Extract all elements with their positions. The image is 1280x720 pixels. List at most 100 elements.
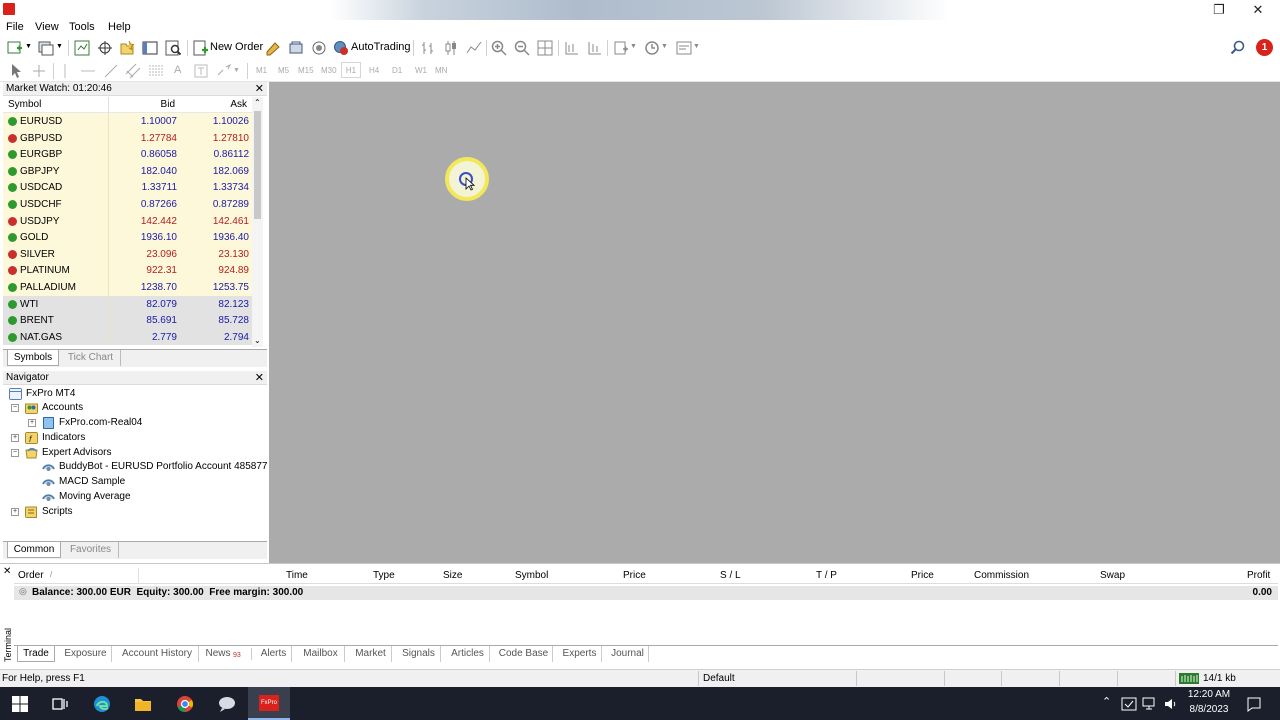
column-close-price[interactable]: Price xyxy=(911,570,934,581)
chart-workspace[interactable] xyxy=(269,82,1280,563)
fxpro-taskbar-button[interactable]: FxPro xyxy=(248,687,290,720)
tab-symbols[interactable]: Symbols xyxy=(7,350,59,366)
crosshair-icon[interactable] xyxy=(31,63,47,79)
column-price[interactable]: Price xyxy=(623,570,646,581)
tray-app-icon[interactable] xyxy=(1121,696,1137,712)
search-icon[interactable] xyxy=(1230,40,1246,56)
market-watch-row[interactable]: GBPUSD 1.27784 1.27810 xyxy=(3,129,255,147)
column-swap[interactable]: Swap xyxy=(1100,570,1125,581)
status-profile[interactable]: Default xyxy=(703,673,735,684)
text-tool-icon[interactable]: A xyxy=(174,64,181,76)
metaeditor-icon[interactable] xyxy=(265,40,281,56)
navigator-indicators[interactable]: f Indicators xyxy=(23,431,223,445)
market-icon[interactable] xyxy=(288,40,304,56)
column-commission[interactable]: Commission xyxy=(974,570,1029,581)
timeframe-m5[interactable]: M5 xyxy=(278,66,289,75)
line-chart-icon[interactable] xyxy=(466,40,482,56)
terminal-icon[interactable] xyxy=(142,40,158,56)
market-watch-row[interactable]: PALLADIUM 1238.70 1253.75 xyxy=(3,279,255,296)
text-label-icon[interactable] xyxy=(193,63,209,79)
auto-scroll-icon[interactable] xyxy=(587,40,603,56)
arrows-icon[interactable] xyxy=(216,63,232,79)
tab-experts[interactable]: Experts xyxy=(558,646,602,662)
profiles-dropdown-icon[interactable]: ▼ xyxy=(56,43,63,50)
scroll-down-icon[interactable]: ⌄ xyxy=(254,336,261,345)
market-watch-row[interactable]: EURGBP 0.86058 0.86112 xyxy=(3,146,255,163)
timeframe-mn[interactable]: MN xyxy=(435,66,447,75)
tab-common[interactable]: Common xyxy=(7,542,61,558)
new-order-button[interactable]: New Order xyxy=(210,41,263,53)
column-type[interactable]: Type xyxy=(373,570,395,581)
signals-icon[interactable] xyxy=(311,40,327,56)
market-watch-icon[interactable] xyxy=(74,40,90,56)
volume-icon[interactable] xyxy=(1163,696,1179,712)
windows-start-icon[interactable] xyxy=(11,695,29,713)
timeframe-m15[interactable]: M15 xyxy=(298,66,314,75)
market-watch-row[interactable]: WTI 82.079 82.123 xyxy=(3,295,255,313)
column-tp[interactable]: T / P xyxy=(816,570,837,581)
market-watch-row[interactable]: GBPJPY 182.040 182.069 xyxy=(3,162,255,180)
horizontal-line-icon[interactable] xyxy=(80,63,96,79)
messenger-app-icon[interactable] xyxy=(218,695,236,713)
market-watch-row[interactable]: PLATINUM 922.31 924.89 xyxy=(3,262,255,279)
timeframe-h1[interactable]: H1 xyxy=(341,62,361,78)
tab-favorites[interactable]: Favorites xyxy=(63,542,119,558)
new-chart-dropdown-icon[interactable]: ▼ xyxy=(25,43,32,50)
accounts-collapse-icon[interactable]: − xyxy=(11,404,19,412)
connection-status-icon[interactable] xyxy=(1179,673,1199,684)
tab-code-base[interactable]: Code Base xyxy=(495,646,553,662)
tab-tick-chart[interactable]: Tick Chart xyxy=(61,350,121,366)
templates-icon[interactable] xyxy=(676,40,692,56)
market-watch-scroll-thumb[interactable] xyxy=(254,111,261,219)
market-watch-row[interactable]: SILVER 23.096 23.130 xyxy=(3,245,255,263)
account-expand-icon[interactable]: + xyxy=(28,419,36,427)
zoom-out-icon[interactable] xyxy=(514,40,530,56)
market-watch-row[interactable]: USDCHF 0.87266 0.87289 xyxy=(3,196,255,213)
periodicity-icon[interactable] xyxy=(644,40,660,56)
fibonacci-icon[interactable] xyxy=(148,63,164,79)
column-profit[interactable]: Profit xyxy=(1247,570,1270,581)
navigator-icon[interactable] xyxy=(119,40,135,56)
data-window-icon[interactable] xyxy=(97,40,113,56)
column-order[interactable]: Order xyxy=(18,570,44,581)
indicators-dropdown-icon[interactable]: ▼ xyxy=(630,43,637,50)
candlestick-chart-icon[interactable] xyxy=(443,40,459,56)
column-symbol[interactable]: Symbol xyxy=(515,570,548,581)
task-view-icon[interactable] xyxy=(51,695,69,713)
periodicity-dropdown-icon[interactable]: ▼ xyxy=(661,43,668,50)
navigator-ea-item[interactable]: MACD Sample xyxy=(40,475,240,489)
market-watch-row[interactable]: NAT.GAS 2.779 2.794 xyxy=(3,328,255,346)
chrome-browser-icon[interactable] xyxy=(176,695,194,713)
new-chart-icon[interactable] xyxy=(7,40,23,56)
balance-row[interactable]: ◎ Balance: 300.00 EUR Equity: 300.00 Fre… xyxy=(14,586,1278,600)
tab-articles[interactable]: Articles xyxy=(446,646,490,662)
column-sl[interactable]: S / L xyxy=(720,570,741,581)
vertical-line-icon[interactable] xyxy=(57,63,73,79)
tab-alerts[interactable]: Alerts xyxy=(256,646,292,662)
market-watch-row[interactable]: USDCAD 1.33711 1.33734 xyxy=(3,179,255,196)
tab-news[interactable]: News xyxy=(203,646,233,662)
equidistant-channel-icon[interactable] xyxy=(125,63,141,79)
tab-exposure[interactable]: Exposure xyxy=(60,646,112,662)
file-explorer-icon[interactable] xyxy=(134,695,152,713)
navigator-expert-advisors[interactable]: Expert Advisors xyxy=(23,446,223,460)
indicators-list-icon[interactable] xyxy=(613,40,629,56)
market-watch-row[interactable]: BRENT 85.691 85.728 xyxy=(3,312,255,329)
timeframe-m1[interactable]: M1 xyxy=(256,66,267,75)
menu-tools[interactable]: Tools xyxy=(69,21,95,33)
strategy-tester-icon[interactable] xyxy=(165,40,181,56)
tile-windows-icon[interactable] xyxy=(537,40,553,56)
scroll-up-icon[interactable]: ⌃ xyxy=(254,98,261,107)
new-order-icon[interactable] xyxy=(193,40,209,56)
navigator-accounts[interactable]: Accounts xyxy=(23,401,223,415)
autotrading-button[interactable]: AutoTrading xyxy=(351,41,411,53)
column-symbol[interactable]: Symbol xyxy=(8,99,41,110)
column-bid[interactable]: Bid xyxy=(161,99,175,110)
column-size[interactable]: Size xyxy=(443,570,462,581)
taskbar-clock-date[interactable]: 8/8/2023 xyxy=(1183,704,1235,715)
notification-badge[interactable]: 1 xyxy=(1256,39,1273,56)
bar-chart-icon[interactable] xyxy=(420,40,436,56)
market-watch-row[interactable]: EURUSD 1.10007 1.10026 xyxy=(3,113,255,130)
restore-window-icon[interactable]: ❐ xyxy=(1199,0,1239,20)
menu-view[interactable]: View xyxy=(35,21,59,33)
